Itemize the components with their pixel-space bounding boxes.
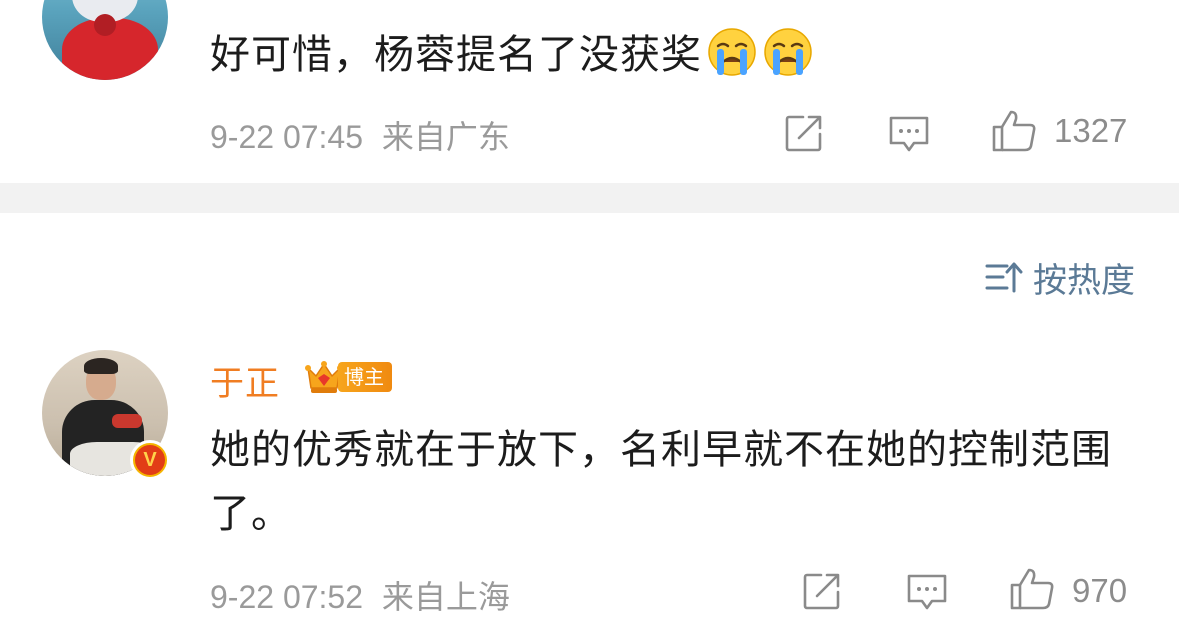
sort-icon bbox=[985, 262, 1023, 293]
avatar-figure-hair bbox=[84, 358, 118, 374]
comment-location: 来自上海 bbox=[381, 579, 510, 615]
blogger-badge: 博主 bbox=[304, 358, 392, 396]
section-divider bbox=[0, 183, 1179, 213]
sort-label: 按热度 bbox=[1033, 260, 1135, 301]
comment-meta: 9-22 07:45 来自广东 bbox=[210, 112, 510, 158]
crying-face-emoji bbox=[708, 28, 756, 76]
avatar[interactable] bbox=[42, 0, 168, 80]
avatar-figure-collar bbox=[94, 14, 116, 36]
avatar-figure-sleeve bbox=[112, 414, 142, 428]
v-letter-icon: V bbox=[135, 445, 165, 475]
crying-face-emoji bbox=[764, 28, 812, 76]
sort-toggle[interactable]: 按热度 bbox=[985, 255, 1135, 301]
like-count: 1327 bbox=[1054, 112, 1128, 149]
like-count: 970 bbox=[1072, 572, 1128, 609]
comment-text: 她的优秀就在于放下，名利早就不在她的控制范围了。 bbox=[210, 427, 1112, 537]
share-icon[interactable] bbox=[783, 112, 825, 154]
comment-meta: 9-22 07:52 来自上海 bbox=[210, 572, 510, 618]
comment-icon[interactable] bbox=[887, 113, 931, 155]
v-verified-badge: V bbox=[130, 440, 170, 480]
like-icon[interactable] bbox=[1008, 566, 1056, 612]
comment-feed: 好可惜，杨蓉提名了没获奖 9-22 07:45 来自广东 1327 按热度 V … bbox=[0, 0, 1179, 620]
username[interactable]: 于正 bbox=[210, 356, 280, 405]
comment-text-content: 好可惜，杨蓉提名了没获奖 bbox=[210, 32, 702, 78]
like-icon[interactable] bbox=[990, 108, 1038, 154]
comment-text: 好可惜，杨蓉提名了没获奖 bbox=[210, 26, 814, 83]
comment-location: 来自广东 bbox=[381, 119, 510, 155]
comment-icon[interactable] bbox=[905, 571, 949, 613]
blogger-label: 博主 bbox=[338, 362, 392, 392]
comment-time: 9-22 07:52 bbox=[210, 579, 364, 615]
comment-time: 9-22 07:45 bbox=[210, 119, 364, 155]
share-icon[interactable] bbox=[801, 570, 843, 612]
